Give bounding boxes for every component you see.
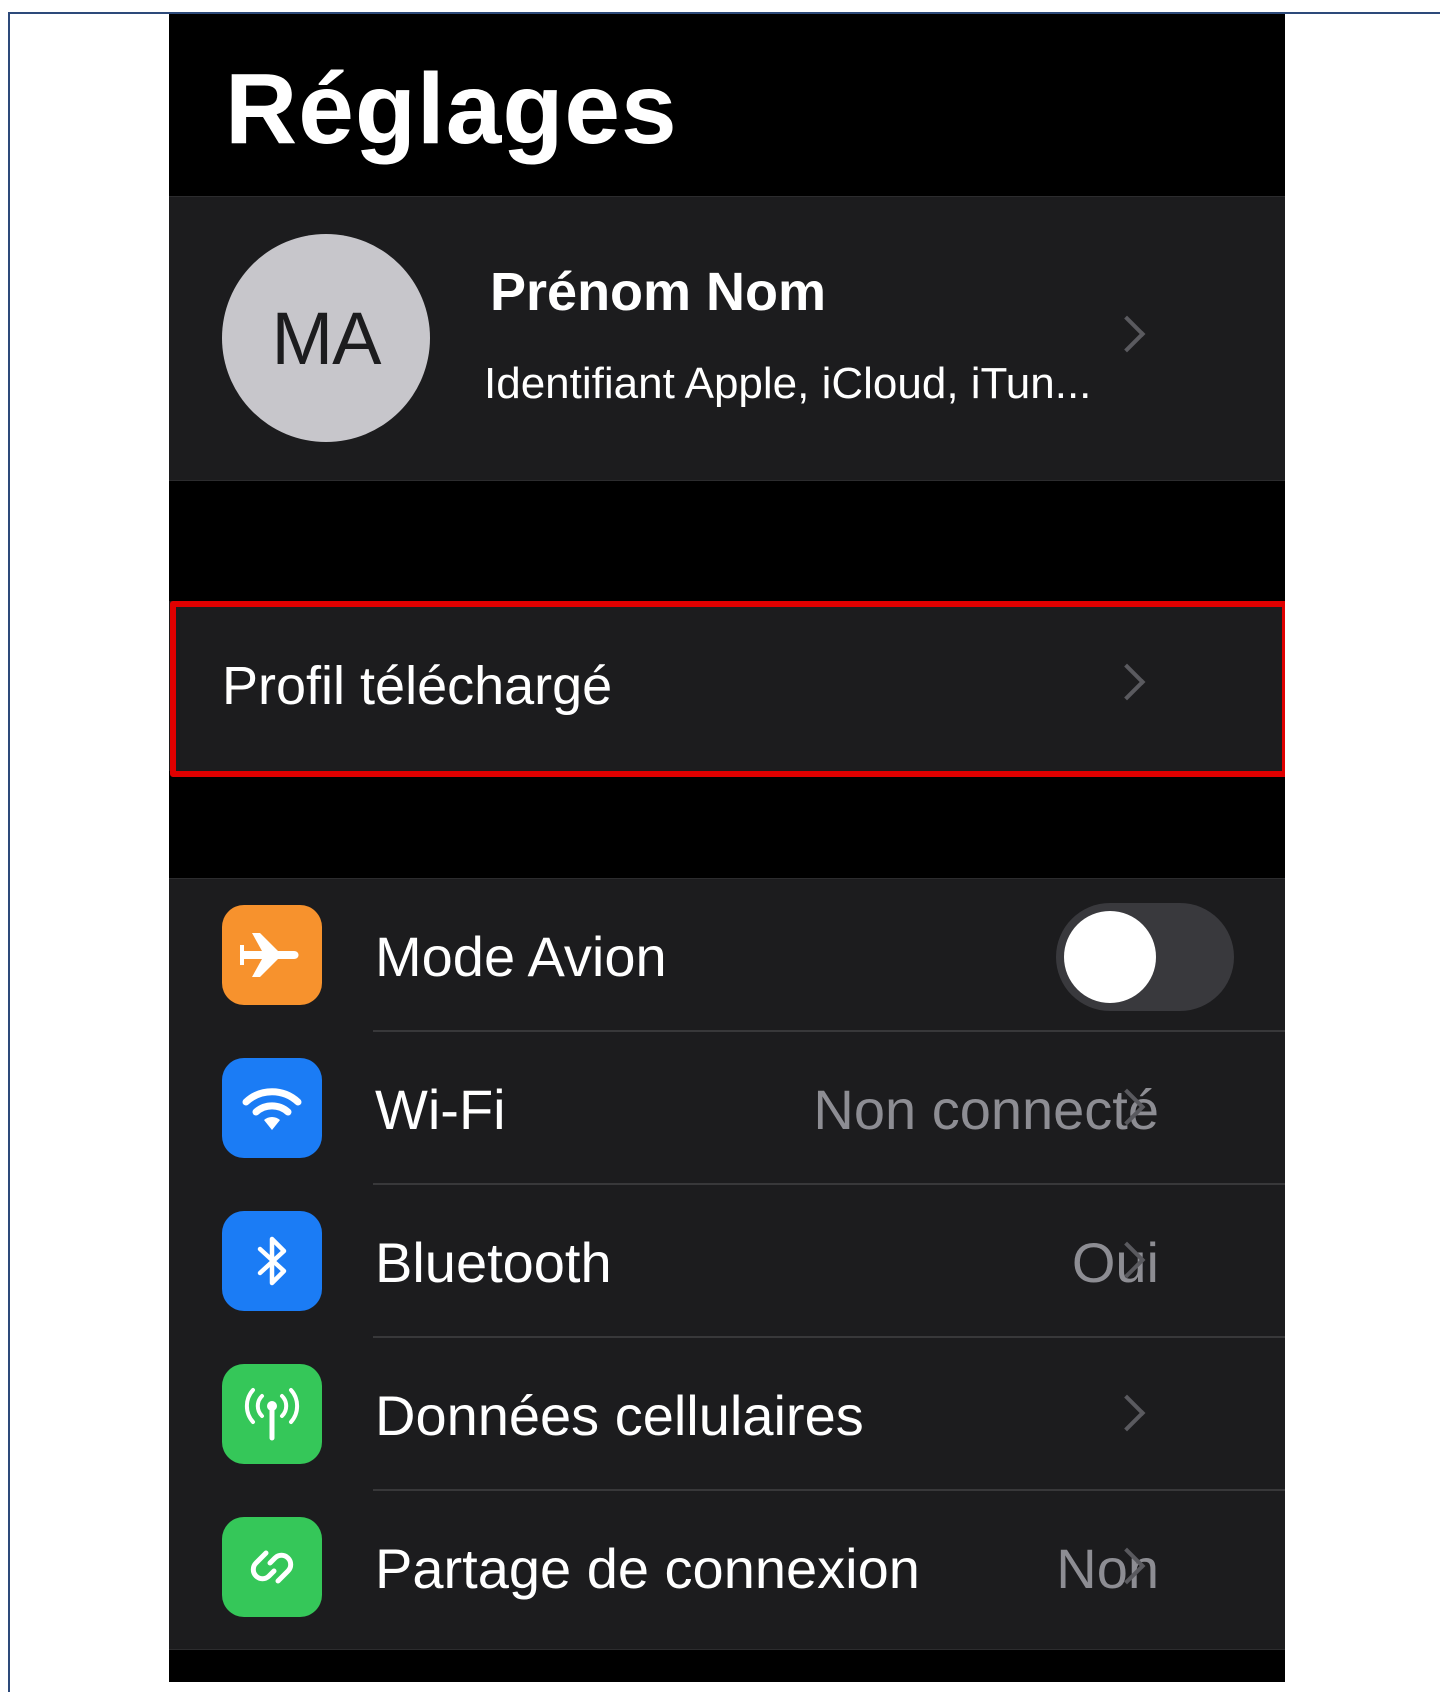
page-title: Réglages (225, 53, 678, 165)
cellular-row[interactable]: Données cellulaires (169, 1338, 1285, 1491)
wifi-label: Wi-Fi (375, 1078, 506, 1141)
connectivity-settings: Mode Avion Wi-Fi Non connecté Bluetooth … (169, 878, 1285, 1650)
toggle-knob (1064, 911, 1156, 1003)
chevron-right-icon (1108, 663, 1146, 701)
downloaded-profile-cell[interactable]: Profil téléchargé (169, 601, 1285, 771)
profile-subtitle: Identifiant Apple, iCloud, iTun... (484, 359, 1092, 408)
airplane-mode-label: Mode Avion (375, 925, 667, 988)
bluetooth-icon (222, 1211, 322, 1311)
apple-id-cell[interactable]: MA Prénom Nom Identifiant Apple, iCloud,… (169, 196, 1285, 481)
antenna-icon (222, 1364, 322, 1464)
hotspot-status: Non (1056, 1537, 1159, 1600)
bluetooth-row[interactable]: Bluetooth Oui (169, 1185, 1285, 1338)
hotspot-icon (222, 1517, 322, 1617)
downloaded-profile-label: Profil téléchargé (222, 656, 613, 716)
avatar: MA (222, 234, 430, 442)
cellular-label: Données cellulaires (375, 1384, 864, 1447)
wifi-row[interactable]: Wi-Fi Non connecté (169, 1032, 1285, 1185)
avatar-initials: MA (271, 296, 382, 380)
wifi-status: Non connecté (813, 1078, 1159, 1141)
chevron-right-icon (1108, 315, 1146, 353)
chevron-right-icon (1108, 1394, 1146, 1432)
airplane-icon (222, 905, 322, 1005)
settings-screen: Réglages MA Prénom Nom Identifiant Apple… (169, 14, 1285, 1682)
profile-name: Prénom Nom (490, 262, 827, 322)
bluetooth-label: Bluetooth (375, 1231, 612, 1294)
wifi-icon (222, 1058, 322, 1158)
airplane-mode-row[interactable]: Mode Avion (169, 879, 1285, 1032)
hotspot-row[interactable]: Partage de connexion Non (169, 1491, 1285, 1644)
hotspot-label: Partage de connexion (375, 1537, 920, 1600)
airplane-mode-toggle[interactable] (1056, 903, 1234, 1011)
